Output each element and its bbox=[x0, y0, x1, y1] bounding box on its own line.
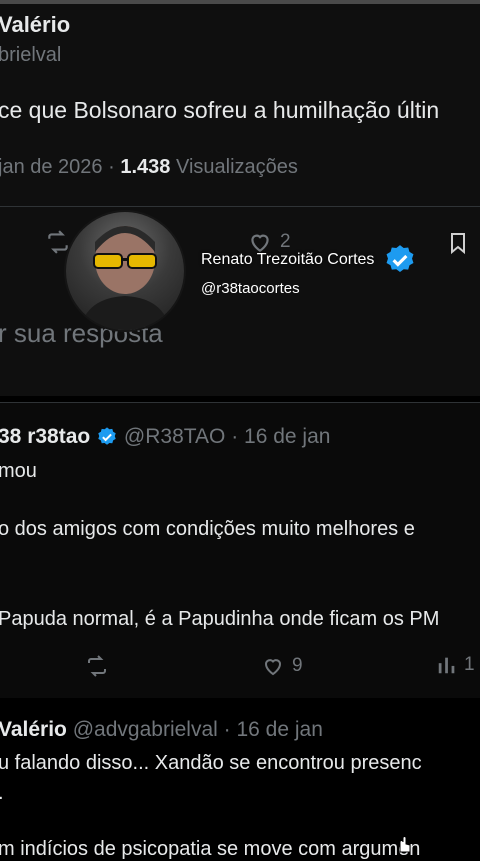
views-label: Visualizações bbox=[175, 156, 298, 178]
heart-icon bbox=[264, 659, 282, 676]
meta-separator: · bbox=[108, 156, 115, 178]
reply-text-line: mou bbox=[0, 460, 37, 482]
tweet-date[interactable]: jan de 2026 bbox=[0, 156, 103, 178]
reply-text-line: u falando disso... Xandão se encontrou p… bbox=[0, 752, 422, 774]
verified-badge-icon bbox=[386, 245, 414, 273]
hand-cursor-icon bbox=[399, 836, 411, 853]
overlay-name-text: Renato Trezoitão Cortes bbox=[201, 251, 375, 269]
reply-header: 38 r38tao @R38TAO · 16 de jan bbox=[0, 425, 330, 449]
analytics-icon bbox=[438, 657, 455, 674]
reply-text-line: o dos amigos com condições muito melhore… bbox=[0, 518, 415, 540]
reply-date[interactable]: · 16 de jan bbox=[231, 425, 330, 448]
reply-author-name[interactable]: 38 r38tao bbox=[0, 425, 90, 448]
overlay-avatar bbox=[66, 212, 184, 330]
verified-badge-icon bbox=[98, 427, 116, 446]
views-count: 1 bbox=[464, 654, 475, 675]
tweet-text: ce que Bolsonaro sofreu a humilhação últ… bbox=[0, 97, 440, 123]
reply-text-line: m indícios de psicopatia se move com arg… bbox=[0, 838, 421, 860]
views-count: 1.438 bbox=[120, 156, 171, 178]
bookmark-button[interactable] bbox=[446, 229, 470, 257]
retweet-icon bbox=[88, 655, 106, 677]
reply-text-line: . bbox=[0, 782, 4, 805]
retweet-button[interactable] bbox=[84, 654, 110, 678]
divider bbox=[0, 206, 480, 207]
tweet-meta: jan de 2026 · 1.438 Visualizações bbox=[0, 156, 298, 179]
author-handle[interactable]: brielval bbox=[0, 44, 61, 67]
divider bbox=[0, 402, 480, 403]
avatar-portrait bbox=[80, 226, 170, 330]
overlay-channel-handle: @r38taocortes bbox=[201, 280, 300, 297]
like-button[interactable]: 9 bbox=[260, 654, 303, 678]
reply-date[interactable]: · 16 de jan bbox=[224, 718, 323, 741]
reply-author-handle[interactable]: @R38TAO bbox=[124, 425, 225, 448]
bookmark-icon bbox=[451, 233, 465, 255]
retweet-icon bbox=[48, 230, 68, 254]
views-button[interactable]: 1 bbox=[436, 654, 475, 676]
like-count: 9 bbox=[292, 655, 303, 676]
author-name[interactable]: Valério bbox=[0, 12, 70, 38]
reply-author-name[interactable]: Valério bbox=[0, 718, 67, 741]
reply-author-handle[interactable]: @advgabrielval bbox=[73, 718, 218, 741]
retweet-button[interactable] bbox=[44, 229, 72, 255]
reply-text-line: Papuda normal, é a Papudinha onde ficam … bbox=[0, 608, 440, 630]
reply-header: Valério @advgabrielval · 16 de jan bbox=[0, 718, 323, 742]
overlay-channel-name: Renato Trezoitão Cortes bbox=[201, 243, 417, 277]
